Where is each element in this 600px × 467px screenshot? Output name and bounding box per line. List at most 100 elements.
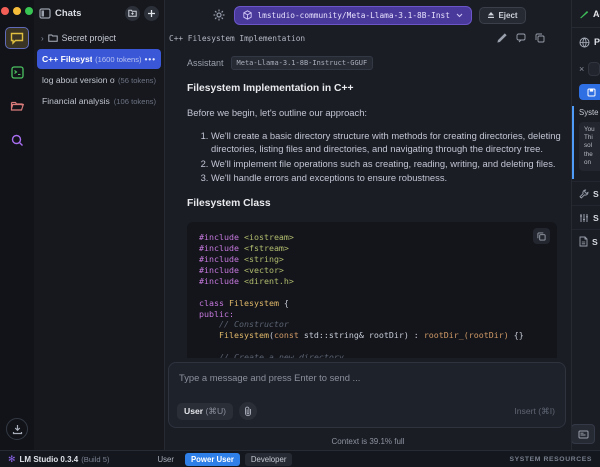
message-intro: Before we begin, let's outline our appro… — [187, 107, 563, 118]
preset-search-field[interactable] — [588, 62, 600, 76]
advanced-config-tab[interactable]: Ad — [572, 0, 600, 28]
save-preset-button[interactable] — [579, 84, 600, 100]
message-heading-2: Filesystem Class — [187, 198, 563, 209]
nav-discover-button[interactable] — [5, 129, 29, 151]
system-prompt-box[interactable]: YouThisoltheon — [579, 122, 600, 171]
preset-row[interactable]: P — [572, 28, 600, 56]
code-line: #include <iostream> — [199, 232, 545, 243]
zoom-window-button[interactable] — [25, 7, 33, 15]
message-list-item: We'll handle errors and exceptions to en… — [211, 172, 563, 185]
mode-tab-developer[interactable]: Developer — [245, 453, 293, 466]
preset-search-row: × — [572, 56, 600, 82]
message-input[interactable] — [179, 372, 555, 396]
status-bar: ✻ LM Studio 0.3.4 (Build 5) UserPower Us… — [0, 450, 600, 467]
app-build: (Build 5) — [81, 455, 109, 464]
eject-model-button[interactable]: Eject — [479, 7, 525, 24]
download-icon — [12, 424, 23, 435]
role-user-button[interactable]: User (⌘U) — [177, 403, 233, 420]
terminal-icon — [11, 66, 24, 79]
collapse-sidebar-icon[interactable] — [39, 8, 51, 19]
chat-title: C++ Filesystem Implementation — [169, 34, 497, 43]
code-content: #include <iostream>#include <fstream> #in… — [199, 232, 545, 358]
system-prompt-section: Syste YouThisoltheon — [572, 106, 600, 179]
duplicate-icon[interactable] — [535, 33, 545, 43]
chat-item-title: log about version of ... — [42, 75, 115, 85]
model-cube-icon — [243, 10, 252, 20]
app-version: LM Studio 0.3.4 — [20, 455, 79, 464]
model-topbar: lmstudio-community/Meta-Llama-3.1-8B-Ins… — [165, 0, 571, 30]
code-block: #include <iostream>#include <fstream> #in… — [187, 222, 557, 358]
right-config-panel: Ad P × Syste YouThisoltheon SSS — [571, 0, 600, 450]
conversation-scroll-area[interactable]: Assistant Meta-Llama-3.1-8B-Instruct-GGU… — [165, 46, 571, 358]
chat-list-item[interactable]: log about version of ...(56 tokens) — [37, 70, 161, 90]
main-area: lmstudio-community/Meta-Llama-3.1-8B-Ins… — [165, 0, 571, 450]
section-label: S — [593, 189, 599, 199]
chevron-right-icon: › — [41, 34, 44, 43]
code-line: // Constructor — [199, 319, 545, 330]
chat-item-menu-icon[interactable]: ••• — [145, 55, 156, 64]
downloads-button[interactable] — [6, 418, 28, 440]
system-prompt-text-line: You — [584, 126, 600, 134]
folder-icon — [10, 100, 24, 112]
chevron-down-icon — [456, 13, 463, 18]
context-usage-status: Context is 39.1% full — [165, 437, 571, 446]
message-ordered-list: We'll create a basic directory structure… — [211, 130, 563, 185]
minimize-window-button[interactable] — [13, 7, 21, 15]
system-resources-label[interactable]: SYSTEM RESOURCES — [510, 456, 593, 463]
code-line — [199, 341, 545, 352]
eject-icon — [487, 11, 495, 19]
assistant-message-header: Assistant Meta-Llama-3.1-8B-Instruct-GGU… — [187, 56, 563, 70]
notes-icon[interactable] — [497, 33, 507, 43]
save-icon — [587, 88, 596, 97]
chat-item-tokens: (1600 tokens) — [95, 55, 141, 64]
attach-file-button[interactable] — [239, 402, 257, 420]
settings-section-row[interactable]: S — [572, 229, 600, 253]
model-settings-button[interactable] — [210, 7, 227, 24]
toggle-console-button[interactable] — [571, 424, 595, 444]
code-line: #include <vector> — [199, 265, 545, 276]
system-prompt-text-line: the — [584, 151, 600, 159]
chat-list-item[interactable]: Financial analysis(106 tokens) — [37, 91, 161, 111]
loaded-model-selector[interactable]: lmstudio-community/Meta-Llama-3.1-8B-Ins… — [234, 6, 472, 25]
message-heading-1: Filesystem Implementation in C++ — [187, 83, 563, 94]
chats-sidebar: Chats › Secret p — [34, 0, 165, 450]
chat-title-row: C++ Filesystem Implementation — [165, 30, 571, 46]
globe-icon — [579, 37, 590, 48]
chat-list-item[interactable]: C++ Filesyste...(1600 tokens) ••• — [37, 49, 161, 69]
code-line: #include <fstream> — [199, 243, 545, 254]
message-list-item: We'll implement file operations such as … — [211, 158, 563, 171]
window-controls — [1, 7, 33, 15]
sampling-section-row[interactable]: S — [572, 181, 600, 205]
system-prompt-text-line: sol — [584, 142, 600, 150]
nav-developer-button[interactable] — [5, 61, 29, 83]
chat-title-actions — [497, 33, 545, 43]
preset-label: P — [594, 37, 600, 47]
branch-chat-icon[interactable] — [516, 33, 526, 43]
mode-tab-power-user[interactable]: Power User — [185, 453, 240, 466]
new-folder-button[interactable] — [125, 6, 140, 21]
nav-my-models-button[interactable] — [5, 95, 29, 117]
user-mode-tabs: User Power User Developer — [152, 453, 293, 466]
chat-item-title: Financial analysis — [42, 96, 111, 106]
chat-item-title: C++ Filesyste... — [42, 54, 92, 64]
copy-code-button[interactable] — [533, 228, 550, 244]
folder-plus-icon — [128, 9, 137, 17]
plus-icon — [147, 9, 156, 18]
content-row: Chats › Secret p — [0, 0, 600, 450]
left-icon-rail — [0, 0, 34, 450]
chat-list: › Secret project C++ Filesyste...(1600 t… — [34, 28, 164, 112]
nav-chat-button[interactable] — [5, 27, 29, 49]
message-composer: User (⌘U) Insert (⌘I) — [168, 362, 566, 428]
pencil-icon — [579, 9, 589, 19]
system-prompt-text-line: on — [584, 159, 600, 167]
clear-icon[interactable]: × — [579, 64, 584, 74]
section-label: S — [592, 237, 598, 247]
close-window-button[interactable] — [1, 7, 9, 15]
console-icon — [578, 430, 589, 439]
mode-tab-user[interactable]: User — [152, 453, 180, 466]
chat-folder-secret-project[interactable]: › Secret project — [34, 28, 164, 48]
structured-output-section-row[interactable]: S — [572, 205, 600, 229]
chats-header: Chats — [34, 2, 164, 24]
code-line: public: — [199, 309, 545, 320]
new-chat-button[interactable] — [144, 6, 159, 21]
